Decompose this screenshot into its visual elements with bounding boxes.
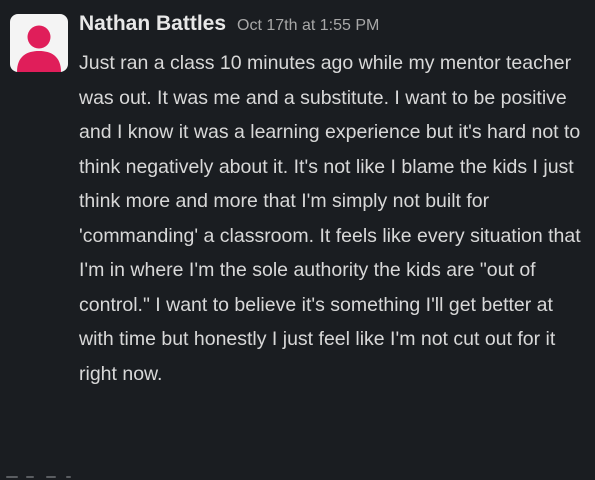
hint-mark [66,476,71,478]
next-message-hint [0,472,595,480]
user-silhouette-icon [17,25,61,72]
author-name[interactable]: Nathan Battles [79,12,226,36]
message-content: Nathan Battles Oct 17th at 1:55 PM Just … [79,12,587,391]
chat-message: Nathan Battles Oct 17th at 1:55 PM Just … [0,0,595,480]
message-header: Nathan Battles Oct 17th at 1:55 PM [79,12,587,42]
hint-mark [46,476,56,478]
message-timestamp[interactable]: Oct 17th at 1:55 PM [237,17,379,35]
hint-mark [26,476,34,478]
avatar[interactable] [10,14,68,72]
hint-mark [6,476,18,478]
message-body: Just ran a class 10 minutes ago while my… [79,52,581,385]
